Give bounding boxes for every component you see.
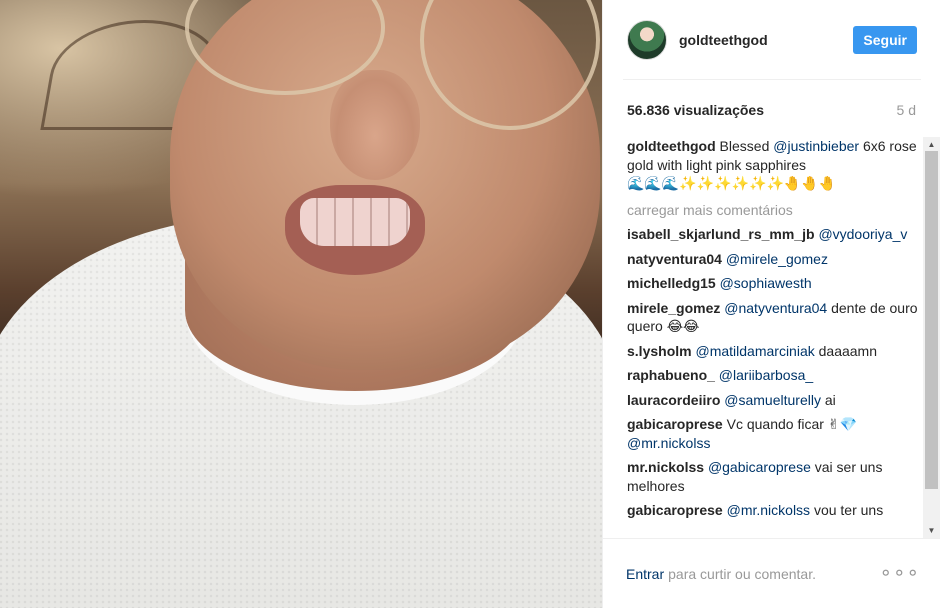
comment-mention[interactable]: @natyventura04 [724,300,827,316]
comment-mention[interactable]: @sophiawesth [720,275,812,291]
comment-mention[interactable]: @lariibarbosa_ [719,367,813,383]
comment-item: gabicaroprese Vc quando ficar ✌💎 @mr.nic… [627,415,923,452]
comment-item: michelledg15 @sophiawesth [627,274,923,293]
post-username[interactable]: goldteethgod [679,32,768,48]
post-footer: Entrar para curtir ou comentar. ∘∘∘ [602,538,940,608]
comment-username[interactable]: mirele_gomez [627,300,720,316]
load-more-comments[interactable]: carregar mais comentários [627,201,923,220]
comment-text: ai [820,391,836,408]
comment-item: raphabueno_ @lariibarbosa_ [627,366,923,385]
nose [330,70,420,180]
comment-mention[interactable]: @samuelturelly [724,392,821,408]
post-age[interactable]: 5 d [897,102,916,118]
comment-username[interactable]: s.lysholm [627,343,692,359]
avatar[interactable] [627,20,667,60]
comment-username[interactable]: michelledg15 [627,275,716,291]
post-stats: 56.836 visualizações 5 d [627,100,916,120]
comment-item: s.lysholm @matildamarciniak daaaamn [627,342,923,361]
comment-text-before: Vc quando ficar ✌💎 [722,416,857,432]
comment-username[interactable]: gabicaroprese [627,416,723,432]
comment-item: natyventura04 @mirele_gomez [627,250,923,269]
scroll-down-arrow-icon[interactable]: ▼ [923,523,940,539]
comment-mention[interactable]: @mirele_gomez [726,251,828,267]
comment-item: gabicaroprese @mr.nickolss vou ter uns [627,501,923,520]
more-options-icon[interactable]: ∘∘∘ [879,563,920,583]
comment-username[interactable]: mr.nickolss [627,459,704,475]
comment-item: isabell_skjarlund_rs_mm_jb @vydooriya_v [627,225,923,244]
comment-mention[interactable]: @mr.nickolss [627,435,710,451]
view-count: 56.836 visualizações [627,102,764,118]
post-video[interactable] [0,0,602,608]
comment-text: daaaamn [814,342,878,359]
comment-item: mr.nickolss @gabicaroprese vai ser uns m… [627,458,923,495]
comment-username[interactable]: isabell_skjarlund_rs_mm_jb [627,226,815,242]
comment-username[interactable]: natyventura04 [627,251,722,267]
comment-mention[interactable]: @gabicaroprese [708,459,811,475]
comment-username[interactable]: lauracordeiiro [627,392,720,408]
login-prompt-text: para curtir ou comentar. [668,565,816,582]
caption-mention[interactable]: @justinbieber [773,138,859,154]
caption: goldteethgod Blessed @justinbieber 6x6 r… [627,137,923,193]
comment-item: lauracordeiiro @samuelturelly ai [627,391,923,410]
comment-mention[interactable]: @mr.nickolss [727,502,810,518]
header-divider [623,79,921,80]
caption-text: Blessed [715,138,774,154]
comment-mention[interactable]: @vydooriya_v [818,226,907,242]
scrollbar-thumb[interactable] [925,151,938,489]
comment-item: mirele_gomez @natyventura04 dente de our… [627,299,923,336]
comment-mention[interactable]: @matildamarciniak [695,343,814,359]
comment-username[interactable]: gabicaroprese [627,502,723,518]
post-side-panel: goldteethgod Seguir 56.836 visualizações… [602,0,940,608]
comments-scrollbar[interactable]: ▲ ▼ [923,137,940,539]
comments-list: goldteethgod Blessed @justinbieber 6x6 r… [627,137,923,537]
comment-username[interactable]: raphabueno_ [627,367,715,383]
post-header: goldteethgod Seguir [603,0,940,80]
comment-text: vou ter uns [810,502,884,518]
login-link[interactable]: Entrar [626,566,664,582]
caption-emoji: 🌊🌊🌊✨✨✨✨✨✨🤚🤚🤚 [627,175,837,191]
grill-teeth [300,198,410,246]
caption-username[interactable]: goldteethgod [627,138,716,154]
follow-button[interactable]: Seguir [853,26,917,54]
